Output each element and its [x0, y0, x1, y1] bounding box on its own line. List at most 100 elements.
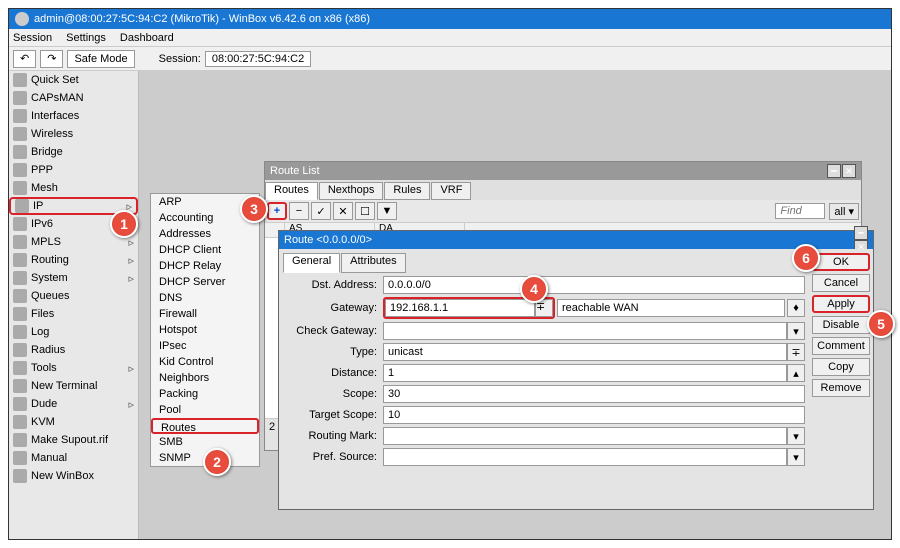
disable-button[interactable]: Disable	[812, 316, 870, 334]
disable-button[interactable]: ✕	[333, 202, 353, 220]
close-icon[interactable]: ✕	[842, 164, 856, 178]
find-input[interactable]	[775, 203, 825, 219]
minimize-icon[interactable]: ━	[827, 164, 841, 178]
ip-submenu: ARPAccountingAddressesDHCP ClientDHCP Re…	[150, 193, 260, 467]
distance-expand-icon[interactable]: ▴	[787, 364, 805, 382]
comment-button[interactable]: ☐	[355, 202, 375, 220]
sidebar-item-dude[interactable]: Dude▹	[9, 395, 138, 413]
sidebar-item-queues[interactable]: Queues	[9, 287, 138, 305]
sidebar-item-log[interactable]: Log	[9, 323, 138, 341]
tab-nexthops[interactable]: Nexthops	[319, 182, 383, 200]
sidebar-item-new-terminal[interactable]: New Terminal	[9, 377, 138, 395]
sidebar-item-radius[interactable]: Radius	[9, 341, 138, 359]
sidebar-item-label: Interfaces	[31, 110, 79, 122]
all-dropdown[interactable]: all ▾	[829, 203, 859, 220]
sidebar-item-system[interactable]: System▹	[9, 269, 138, 287]
sidebar-icon	[13, 235, 27, 249]
check-gateway-input[interactable]	[383, 322, 787, 340]
sidebar-item-manual[interactable]: Manual	[9, 449, 138, 467]
copy-button[interactable]: Copy	[812, 358, 870, 376]
sidebar-item-interfaces[interactable]: Interfaces	[9, 107, 138, 125]
submenu-item-dhcp-server[interactable]: DHCP Server	[151, 274, 259, 290]
submenu-item-routes[interactable]: Routes	[151, 418, 259, 434]
sidebar-item-bridge[interactable]: Bridge	[9, 143, 138, 161]
safemode-button[interactable]: Safe Mode	[67, 50, 134, 68]
filter-button[interactable]: ▼	[377, 202, 397, 220]
tab-rules[interactable]: Rules	[384, 182, 430, 200]
marker-5: 5	[867, 310, 895, 338]
routing-mark-label: Routing Mark:	[283, 430, 383, 442]
submenu-item-firewall[interactable]: Firewall	[151, 306, 259, 322]
sidebar-item-routing[interactable]: Routing▹	[9, 251, 138, 269]
tab-attributes[interactable]: Attributes	[341, 253, 405, 273]
type-input[interactable]	[383, 343, 787, 361]
routing-mark-dropdown-icon[interactable]: ▾	[787, 427, 805, 445]
sidebar-item-tools[interactable]: Tools▹	[9, 359, 138, 377]
submenu-item-hotspot[interactable]: Hotspot	[151, 322, 259, 338]
sidebar-item-label: Bridge	[31, 146, 63, 158]
sidebar-item-wireless[interactable]: Wireless	[9, 125, 138, 143]
route-edit-window: Route <0.0.0.0/0> ━ ✕ General Attributes…	[278, 230, 874, 510]
submenu-item-dhcp-client[interactable]: DHCP Client	[151, 242, 259, 258]
sidebar-item-mesh[interactable]: Mesh	[9, 179, 138, 197]
submenu-item-dns[interactable]: DNS	[151, 290, 259, 306]
title-bar: admin@08:00:27:5C:94:C2 (MikroTik) - Win…	[9, 9, 891, 29]
sidebar-item-kvm[interactable]: KVM	[9, 413, 138, 431]
app-icon	[15, 12, 29, 26]
dst-label: Dst. Address:	[283, 279, 383, 291]
tab-general[interactable]: General	[283, 253, 340, 273]
target-scope-input[interactable]	[383, 406, 805, 424]
sidebar-item-ppp[interactable]: PPP	[9, 161, 138, 179]
cancel-button[interactable]: Cancel	[812, 274, 870, 292]
sidebar-item-label: Manual	[31, 452, 67, 464]
submenu-item-neighbors[interactable]: Neighbors	[151, 370, 259, 386]
check-gateway-dropdown-icon[interactable]: ▾	[787, 322, 805, 340]
menu-settings[interactable]: Settings	[66, 32, 106, 44]
apply-button[interactable]: Apply	[812, 295, 870, 313]
chevron-right-icon: ▹	[128, 362, 134, 375]
sidebar-item-new-winbox[interactable]: New WinBox	[9, 467, 138, 485]
sidebar-icon	[13, 361, 27, 375]
remove-button[interactable]: Remove	[812, 379, 870, 397]
add-button[interactable]: +	[267, 202, 287, 220]
sidebar-item-make-supout.rif[interactable]: Make Supout.rif	[9, 431, 138, 449]
pref-source-dropdown-icon[interactable]: ▾	[787, 448, 805, 466]
minimize-icon[interactable]: ━	[854, 226, 868, 240]
distance-input[interactable]	[383, 364, 787, 382]
tab-routes[interactable]: Routes	[265, 182, 318, 200]
enable-button[interactable]: ✓	[311, 202, 331, 220]
submenu-item-ipsec[interactable]: IPsec	[151, 338, 259, 354]
route-edit-title-bar[interactable]: Route <0.0.0.0/0> ━ ✕	[279, 231, 873, 249]
sidebar-item-label: Queues	[31, 290, 70, 302]
type-dropdown-icon[interactable]: ∓	[787, 343, 805, 361]
gateway-input[interactable]	[385, 299, 535, 317]
pref-source-input[interactable]	[383, 448, 787, 466]
dst-address-input[interactable]	[383, 276, 805, 294]
menu-session[interactable]: Session	[13, 32, 52, 44]
submenu-item-addresses[interactable]: Addresses	[151, 226, 259, 242]
submenu-item-packing[interactable]: Packing	[151, 386, 259, 402]
route-list-title: Route List	[270, 165, 320, 177]
submenu-item-smb[interactable]: SMB	[151, 434, 259, 450]
sidebar-item-files[interactable]: Files	[9, 305, 138, 323]
routing-mark-input[interactable]	[383, 427, 787, 445]
sidebar-item-quick-set[interactable]: Quick Set	[9, 71, 138, 89]
sidebar-item-capsman[interactable]: CAPsMAN	[9, 89, 138, 107]
undo-button[interactable]: ↶	[13, 50, 36, 68]
sidebar-item-label: Quick Set	[31, 74, 79, 86]
ok-button[interactable]: OK	[812, 253, 870, 271]
remove-button[interactable]: −	[289, 202, 309, 220]
comment-button[interactable]: Comment	[812, 337, 870, 355]
submenu-item-dhcp-relay[interactable]: DHCP Relay	[151, 258, 259, 274]
submenu-item-pool[interactable]: Pool	[151, 402, 259, 418]
scope-input[interactable]	[383, 385, 805, 403]
redo-button[interactable]: ↷	[40, 50, 63, 68]
menu-dashboard[interactable]: Dashboard	[120, 32, 174, 44]
submenu-item-kid-control[interactable]: Kid Control	[151, 354, 259, 370]
chevron-right-icon: ▹	[128, 398, 134, 411]
gateway-add-icon[interactable]: ♦	[787, 299, 805, 317]
route-list-title-bar[interactable]: Route List ━ ✕	[265, 162, 861, 180]
sidebar-icon	[13, 289, 27, 303]
session-value: 08:00:27:5C:94:C2	[205, 51, 311, 67]
tab-vrf[interactable]: VRF	[431, 182, 471, 200]
